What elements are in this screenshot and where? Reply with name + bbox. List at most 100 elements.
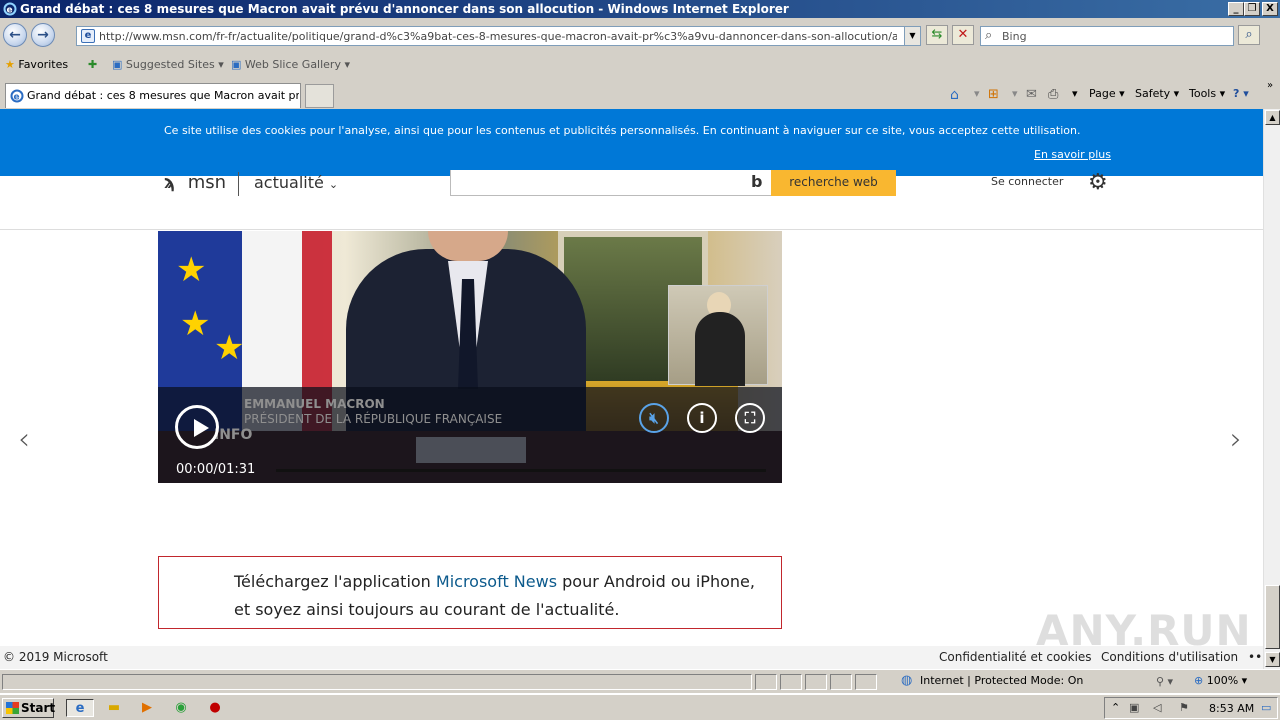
taskbar-folder-icon[interactable]: ▬ bbox=[104, 699, 124, 717]
read-mail-icon[interactable]: ✉ bbox=[1026, 87, 1037, 102]
home-icon[interactable]: ⌂ bbox=[950, 87, 959, 103]
more-options-icon[interactable]: ••• bbox=[1248, 650, 1263, 664]
address-dropdown-icon[interactable]: ▼ bbox=[904, 27, 920, 45]
show-desktop-icon[interactable]: ▭ bbox=[1261, 701, 1271, 714]
channel-logo: INFO bbox=[214, 427, 253, 443]
next-arrow-icon[interactable]: › bbox=[1230, 422, 1242, 457]
zoom-icon: ⊕ bbox=[1194, 674, 1204, 687]
flag-star-icon: ★ bbox=[176, 250, 207, 290]
protected-mode-icon[interactable]: ⚲ ▾ bbox=[1156, 675, 1173, 688]
taskbar-ie-icon[interactable]: e bbox=[66, 699, 94, 717]
network-icon[interactable]: ▣ bbox=[1129, 701, 1139, 714]
rss-feed-icon[interactable]: ⊞ bbox=[988, 87, 999, 102]
page-footer: © 2019 Microsoft Confidentialité et cook… bbox=[0, 646, 1263, 669]
home-dropdown-icon[interactable]: ▾ bbox=[974, 87, 980, 100]
status-cell bbox=[755, 674, 777, 690]
print-icon[interactable]: ⎙ bbox=[1048, 87, 1058, 102]
web-search-button[interactable]: recherche web bbox=[771, 170, 896, 196]
cookie-banner: Ce site utilise des cookies pour l'analy… bbox=[0, 109, 1263, 176]
scroll-thumb[interactable] bbox=[1265, 585, 1280, 649]
safety-menu[interactable]: Safety ▾ bbox=[1135, 87, 1179, 100]
feed-dropdown-icon[interactable]: ▾ bbox=[1012, 87, 1018, 100]
terms-link[interactable]: Conditions d'utilisation bbox=[1101, 650, 1238, 664]
scroll-down-icon[interactable]: ▼ bbox=[1265, 652, 1280, 667]
web-slice-gallery-link[interactable]: ▣ Web Slice Gallery ▾ bbox=[231, 58, 350, 71]
flag-icon[interactable]: ⚑ bbox=[1179, 701, 1189, 714]
refresh-button[interactable]: ⇆ bbox=[926, 25, 948, 45]
section-menu[interactable]: actualité ⌄ bbox=[254, 173, 338, 192]
cookie-learn-more-link[interactable]: En savoir plus bbox=[1034, 148, 1111, 161]
zoom-control[interactable]: ⊕ 100% ▾ bbox=[1194, 674, 1247, 687]
video-controls: EMMANUEL MACRON PRÉSIDENT DE LA RÉPUBLIQ… bbox=[158, 387, 782, 483]
tray-expand-icon[interactable]: ⌃ bbox=[1111, 701, 1120, 714]
tools-menu[interactable]: Tools ▾ bbox=[1189, 87, 1225, 100]
search-input[interactable]: ⌕ Bing bbox=[980, 26, 1234, 46]
msn-logo-text: msn bbox=[187, 172, 227, 193]
cookie-message: Ce site utilise des cookies pour l'analy… bbox=[164, 124, 1081, 137]
title-bar: e Grand débat : ces 8 mesures que Macron… bbox=[0, 0, 1280, 18]
suggested-sites-link[interactable]: ▣ Suggested Sites ▾ bbox=[112, 58, 224, 71]
taskbar-media-player-icon[interactable]: ▶ bbox=[137, 699, 157, 717]
signin-link[interactable]: Se connecter bbox=[991, 175, 1063, 188]
add-favorite-icon[interactable]: ✚ bbox=[88, 58, 97, 71]
promo-line-1: Téléchargez l'application Microsoft News… bbox=[234, 572, 755, 591]
info-icon[interactable]: i bbox=[687, 403, 717, 433]
taskbar-chrome-icon[interactable]: ◉ bbox=[171, 699, 191, 717]
svg-text:e: e bbox=[7, 6, 13, 16]
bing-icon: b bbox=[751, 172, 763, 191]
help-icon[interactable]: ? ▾ bbox=[1233, 87, 1249, 100]
chevron-more-icon[interactable]: » bbox=[1267, 80, 1273, 91]
lower-third-name: EMMANUEL MACRON bbox=[244, 397, 385, 411]
msn-butterfly-icon: ϡ bbox=[164, 172, 176, 193]
mute-icon[interactable]: 🔇︎ bbox=[639, 403, 669, 433]
ie-icon: e bbox=[10, 89, 24, 103]
video-player[interactable]: ★ ★ ★ EMMANUEL MACRON PRÉSIDENT DE LA RÉ… bbox=[158, 231, 782, 483]
ie-icon: e bbox=[3, 2, 17, 16]
address-bar[interactable]: e http://www.msn.com/fr-fr/actualite/pol… bbox=[76, 26, 921, 46]
favorites-button[interactable]: ★ Favorites bbox=[5, 58, 68, 71]
close-window-button[interactable]: X bbox=[1262, 2, 1278, 16]
msn-search-input[interactable]: b bbox=[450, 170, 772, 196]
start-button[interactable]: Start bbox=[2, 698, 55, 718]
interpreter-body bbox=[695, 312, 745, 386]
msn-logo[interactable]: ϡ msn bbox=[164, 172, 226, 193]
new-tab-button[interactable] bbox=[305, 84, 334, 108]
search-go-button[interactable]: ⌕ bbox=[1238, 25, 1260, 45]
privacy-link[interactable]: Confidentialité et cookies bbox=[939, 650, 1092, 664]
print-dropdown-icon[interactable]: ▾ bbox=[1072, 87, 1078, 100]
tab-active[interactable]: e Grand débat : ces 8 mesures que Macron… bbox=[5, 83, 301, 108]
back-button[interactable]: ← bbox=[3, 23, 27, 47]
volume-icon[interactable]: ◁ bbox=[1153, 701, 1161, 714]
browser-chrome: ← → e http://www.msn.com/fr-fr/actualite… bbox=[0, 18, 1280, 109]
fullscreen-icon[interactable]: ⛶ bbox=[735, 403, 765, 433]
page-menu[interactable]: Page ▾ bbox=[1089, 87, 1125, 100]
section-label: actualité bbox=[254, 173, 324, 192]
video-progress-bar[interactable] bbox=[276, 469, 766, 472]
page-menu-label: Page bbox=[1089, 87, 1116, 100]
tab-label: Grand débat : ces 8 mesures que Macron a… bbox=[27, 89, 299, 102]
address-url: http://www.msn.com/fr-fr/actualite/polit… bbox=[99, 30, 897, 43]
promo-text: Téléchargez l'application bbox=[234, 572, 436, 591]
taskbar-antivirus-icon[interactable]: ● bbox=[205, 699, 225, 717]
window-title: Grand débat : ces 8 mesures que Macron a… bbox=[20, 2, 789, 16]
flag-star-icon: ★ bbox=[180, 304, 211, 344]
ie-page-icon: ▣ bbox=[231, 58, 242, 71]
app-promo: Téléchargez l'application Microsoft News… bbox=[158, 556, 782, 629]
previous-arrow-icon[interactable]: ‹ bbox=[18, 422, 30, 457]
clock[interactable]: 8:53 AM bbox=[1209, 702, 1254, 715]
forward-button[interactable]: → bbox=[31, 23, 55, 47]
minimize-button[interactable]: _ bbox=[1228, 2, 1244, 16]
microsoft-news-link[interactable]: Microsoft News bbox=[436, 572, 557, 591]
web-slice-label: Web Slice Gallery bbox=[244, 58, 341, 71]
status-cell bbox=[805, 674, 827, 690]
vertical-scrollbar[interactable]: ▲ ▼ bbox=[1263, 109, 1280, 669]
scroll-up-icon[interactable]: ▲ bbox=[1265, 110, 1280, 125]
zoom-label: 100% bbox=[1206, 674, 1239, 687]
security-zone[interactable]: ◍ Internet | Protected Mode: On bbox=[900, 674, 1148, 690]
play-button[interactable] bbox=[175, 405, 219, 449]
restore-button[interactable]: ❐ bbox=[1244, 2, 1260, 16]
stop-button[interactable]: ✕ bbox=[952, 25, 974, 45]
gear-icon[interactable]: ⚙ bbox=[1088, 170, 1108, 195]
safety-menu-label: Safety bbox=[1135, 87, 1171, 100]
status-cell bbox=[780, 674, 802, 690]
